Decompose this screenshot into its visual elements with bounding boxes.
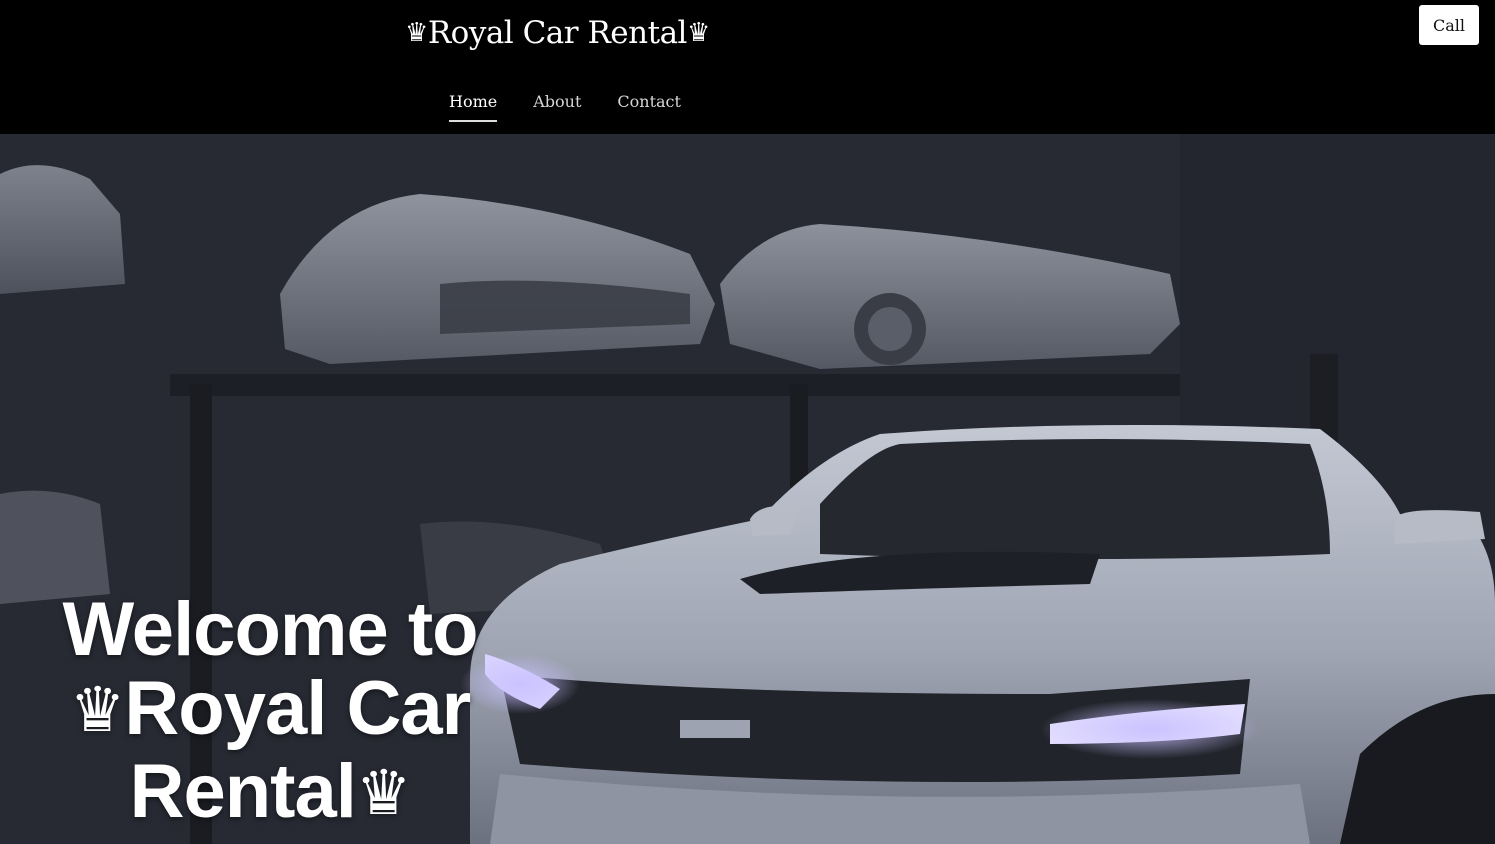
crown-icon: ♛ — [69, 673, 126, 746]
brand-title: Royal Car Rental — [427, 15, 688, 51]
site-brand[interactable]: ♛Royal Car Rental♛ — [405, 12, 710, 56]
crown-icon: ♛ — [405, 18, 428, 48]
site-header: ♛Royal Car Rental♛ Home About Contact Ca… — [0, 0, 1495, 134]
hero-line-2: ♛Royal Car — [25, 669, 515, 752]
hero-line-3: Rental♛ — [25, 752, 515, 835]
nav-about-link[interactable]: About — [533, 90, 581, 122]
main-nav: Home About Contact — [449, 90, 681, 122]
hero-section: Welcome to ♛Royal Car Rental♛ — [0, 134, 1495, 844]
nav-home-link[interactable]: Home — [449, 90, 498, 122]
crown-icon: ♛ — [355, 756, 412, 829]
hero-heading: Welcome to ♛Royal Car Rental♛ — [25, 590, 515, 835]
hero-line-3-text: Rental — [129, 749, 357, 834]
call-button[interactable]: Call — [1419, 5, 1479, 45]
hero-line-1: Welcome to — [62, 587, 478, 672]
crown-icon: ♛ — [686, 18, 710, 48]
hero-line-2-text: Royal Car — [124, 666, 471, 751]
nav-contact-link[interactable]: Contact — [617, 90, 681, 122]
